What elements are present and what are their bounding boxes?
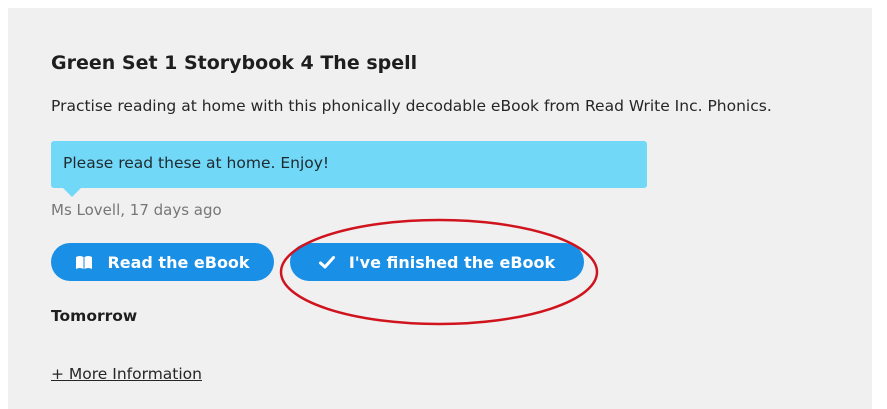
speech-bubble-tail (63, 188, 81, 197)
assignment-card: Green Set 1 Storybook 4 The spell Practi… (8, 8, 872, 409)
more-information-link[interactable]: + More Information (51, 365, 202, 383)
checkmark-icon (318, 255, 335, 269)
read-ebook-button[interactable]: Read the eBook (51, 243, 274, 281)
book-icon (75, 255, 93, 270)
comment-author-meta: Ms Lovell, 17 days ago (51, 201, 222, 219)
assignment-title: Green Set 1 Storybook 4 The spell (51, 52, 418, 74)
read-ebook-label: Read the eBook (107, 252, 250, 272)
finished-ebook-button[interactable]: I've finished the eBook (290, 243, 584, 281)
assignment-description: Practise reading at home with this phoni… (51, 97, 772, 115)
teacher-comment-bubble: Please read these at home. Enjoy! (51, 141, 647, 197)
due-date-label: Tomorrow (51, 307, 138, 325)
teacher-comment-text: Please read these at home. Enjoy! (63, 154, 330, 172)
finished-ebook-label: I've finished the eBook (348, 252, 556, 272)
